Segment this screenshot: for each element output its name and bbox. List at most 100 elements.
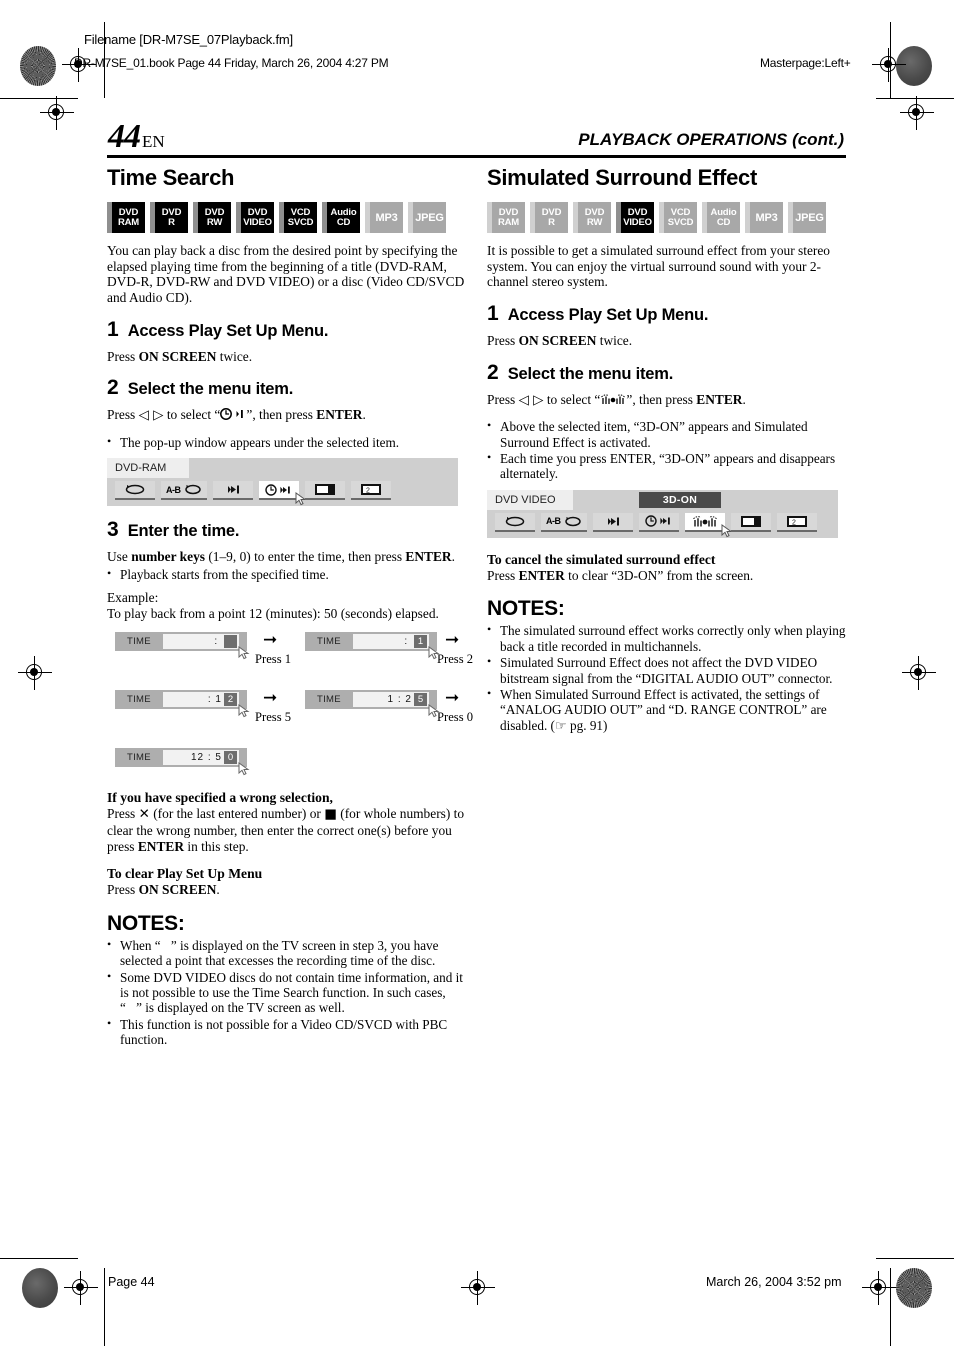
osd-ab-repeat-button-left[interactable]: A-B (161, 481, 207, 501)
print-dot-mark-bottom-right (896, 1268, 932, 1308)
osd-disc-type-tag-right: DVD VIDEO (487, 489, 573, 510)
list-item: The simulated surround effect works corr… (487, 622, 847, 654)
clear-x-icon: ✕ (138, 807, 150, 823)
time-caret: 1 (414, 635, 427, 649)
time-label: TIME (317, 636, 341, 648)
right-step-1-number: 1 (487, 301, 499, 325)
time-digits: 1 : 2 (387, 694, 412, 706)
time-display-box: TIME : (115, 632, 250, 660)
time-field: : 1 (353, 634, 429, 650)
badge-vcd-svcd: VCD SVCD (659, 202, 697, 234)
surround-icon (600, 393, 626, 408)
left-step-1-heading: 1 Access Play Set Up Menu. (107, 319, 467, 341)
badge-dvd-video: DVD VIDEO (236, 202, 274, 234)
right-step-2-heading: 2 Select the menu item. (487, 362, 847, 384)
footer-timestamp: March 26, 2004 3:52 pm (706, 1275, 842, 1289)
osd-screen-button-right[interactable] (730, 512, 771, 532)
time-digits: : (393, 636, 412, 648)
registration-mark-top-right (872, 48, 906, 82)
registration-mark-right-upper (900, 96, 934, 130)
press-instruction: Press 1 (255, 652, 292, 667)
time-step-1: TIME : ➞ Press 1 (115, 632, 291, 666)
badge-dvd-r: DVD R (530, 202, 568, 234)
repeat-icon (504, 516, 526, 527)
osd-time-search-button-left[interactable] (258, 481, 307, 506)
badge-audio-cd: Audio CD (702, 202, 740, 234)
left-example-label: Example: (107, 590, 159, 606)
time-search-inline-icon (220, 408, 246, 423)
left-section-title: Time Search (107, 165, 235, 190)
right-disc-badge-row: DVD RAM DVD R DVD RW DVD VIDEO VCD SVCD Audio… (487, 202, 847, 234)
osd-surround-button-right[interactable] (684, 512, 733, 538)
left-intro-paragraph: You can play back a disc from the desire… (107, 243, 465, 305)
sequence-arrow-icon: ➞ (263, 630, 278, 651)
crop-header-filename: Filename [DR-M7SE_07Playback.fm] (84, 32, 293, 47)
left-step-1-body: Press ON SCREEN twice. (107, 348, 253, 364)
right-notes-heading: NOTES: (487, 597, 565, 621)
osd-skip-button-left[interactable] (212, 481, 253, 501)
time-display-box: TIME : 1 (305, 632, 440, 660)
osd-top-row-left: DVD-RAM (107, 458, 458, 479)
time-search-icon (265, 483, 292, 496)
right-step-2-body: Press ◁ ▷ to select “”, then press ENTER… (487, 391, 746, 408)
time-display-box: TIME : 1 2 (115, 690, 250, 718)
left-step-2-title: Select the menu item. (127, 380, 294, 399)
running-head: PLAYBACK OPERATIONS (cont.) (578, 130, 844, 149)
press-instruction: Press 2 (437, 652, 474, 667)
osd-subtitle-button-left[interactable]: 2 (350, 481, 391, 501)
osd-repeat-button-left[interactable] (115, 481, 155, 501)
registration-mark-bottom-left (64, 1271, 98, 1305)
time-label: TIME (127, 752, 151, 764)
left-notes-heading: NOTES: (107, 911, 185, 935)
osd-ab-repeat-button-right[interactable]: A-B (541, 512, 587, 532)
osd-time-search-button-right[interactable] (638, 512, 679, 532)
badge-dvd-rw: DVD RW (193, 202, 231, 234)
osd-skip-button-right[interactable] (592, 512, 633, 532)
crop-line-bottom-left (104, 1268, 105, 1346)
wrong-selection-body: Press ✕ (for the last entered number) or… (107, 806, 465, 854)
time-step-5: TIME 12 : 5 0 (115, 748, 250, 776)
svg-text:2: 2 (366, 488, 370, 495)
time-label: TIME (317, 694, 341, 706)
press-instruction: Press 5 (255, 710, 292, 725)
time-caret: 5 (414, 693, 427, 707)
badge-vcd-svcd: VCD SVCD (279, 202, 317, 234)
left-step-1-number: 1 (107, 317, 119, 341)
page-canvas: Filename [DR-M7SE_07Playback.fm] DR-M7SE… (0, 0, 954, 1351)
osd-button-bar-right: A-B 2 (487, 510, 838, 538)
right-notes-list: The simulated surround effect works corr… (487, 622, 847, 733)
repeat-icon (564, 516, 582, 527)
time-digits: : 1 (200, 694, 222, 706)
time-field: : 1 2 (163, 692, 239, 708)
osd-repeat-button-right[interactable] (495, 512, 535, 532)
registration-mark-right-middle (902, 656, 936, 690)
badge-dvd-r: DVD R (150, 202, 188, 234)
list-item: Above the selected item, “3D-ON” appears… (487, 418, 847, 450)
header-divider-rule (107, 155, 846, 158)
osd-subtitle-button-right[interactable]: 2 (776, 512, 817, 532)
list-item: When “⃠” is displayed on the TV screen i… (107, 937, 467, 969)
osd-screen-button-left[interactable] (304, 481, 345, 501)
time-display-box: TIME 1 : 2 5 (305, 690, 440, 718)
left-right-arrow-keys-icon: ◁ ▷ (518, 392, 544, 408)
list-item: Playback starts from the specified time. (107, 566, 467, 582)
osd-menu-graphic-right: DVD VIDEO 3D-ON A-B 2 (487, 489, 838, 538)
right-step-1-heading: 1 Access Play Set Up Menu. (487, 303, 847, 325)
left-step-1-title: Access Play Set Up Menu. (127, 321, 329, 340)
time-display-box: TIME 12 : 5 0 (115, 748, 250, 776)
list-item: Simulated Surround Effect does not affec… (487, 654, 847, 686)
osd-button-bar-left: A-B 2 (107, 478, 458, 506)
press-instruction: Press 0 (437, 710, 474, 725)
time-step-4: TIME 1 : 2 5 ➞ Press 0 (305, 690, 473, 724)
badge-dvd-video: DVD VIDEO (616, 202, 654, 234)
left-step-3-bullets: Playback starts from the specified time. (107, 566, 467, 582)
osd-disc-type-tag-left: DVD-RAM (107, 458, 189, 479)
screen-icon (314, 483, 336, 496)
sequence-arrow-icon: ➞ (445, 630, 460, 651)
time-caret: 0 (224, 751, 237, 765)
wrong-selection-heading: If you have specified a wrong selection, (107, 790, 333, 806)
right-step-2-bullets: Above the selected item, “3D-ON” appears… (487, 418, 847, 482)
cancel-effect-heading: To cancel the simulated surround effect (487, 551, 716, 567)
right-step-1-title: Access Play Set Up Menu. (507, 305, 709, 324)
list-item: Each time you press ENTER, “3D-ON” appea… (487, 450, 847, 482)
